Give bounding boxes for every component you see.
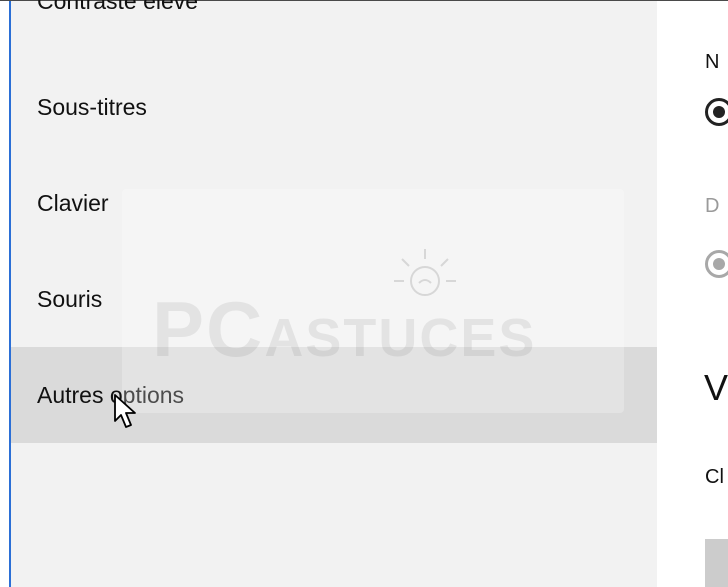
setting-label-cl: Cl	[705, 466, 724, 488]
window-left-edge	[0, 1, 9, 587]
watermark-pc: PC	[152, 285, 265, 373]
settings-window: Contraste élevé Sous-titres Clavier Sour…	[0, 0, 728, 587]
sidebar-item-label: Sous-titres	[37, 93, 147, 120]
watermark-logo: PCASTUCES	[152, 284, 536, 375]
sidebar-item-label: Souris	[37, 285, 103, 312]
setting-label-n: N	[705, 51, 720, 73]
setting-label-d: D	[705, 195, 720, 217]
sidebar-item-sous-titres[interactable]: Sous-titres	[11, 59, 657, 155]
section-heading: V	[704, 367, 728, 408]
control-button[interactable]	[705, 539, 728, 587]
sidebar-item-contraste-eleve[interactable]: Contraste élevé	[11, 0, 657, 35]
sidebar-item-label: Contraste élevé	[37, 0, 199, 14]
sidebar-item-label: Clavier	[37, 189, 109, 216]
radio-button-selected[interactable]	[705, 98, 728, 126]
settings-content-pane: N D V Cl	[657, 1, 728, 587]
mouse-cursor-icon	[114, 394, 136, 428]
watermark-astuces: ASTUCES	[264, 308, 537, 368]
radio-button-disabled[interactable]	[705, 250, 728, 278]
